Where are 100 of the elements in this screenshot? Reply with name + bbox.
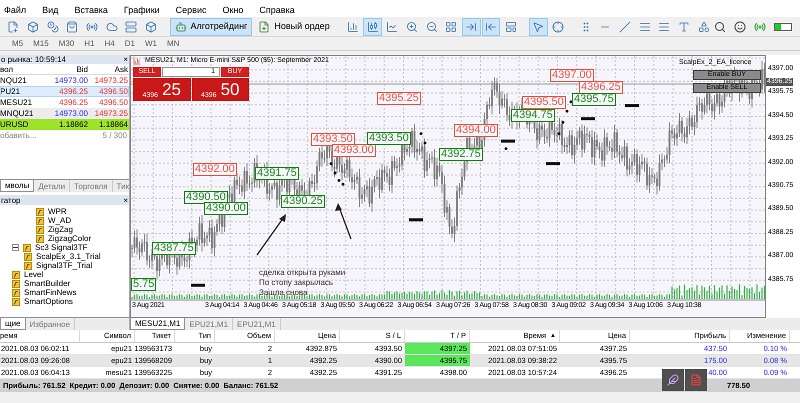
collapse-icon[interactable]	[12, 244, 19, 251]
cursor-button[interactable]	[528, 18, 548, 36]
tab[interactable]: Торговля	[70, 180, 113, 192]
price-label: 4390.50	[184, 191, 228, 204]
levels-icon	[658, 20, 670, 32]
add-symbol-link[interactable]: обавить...	[0, 130, 37, 142]
price-label: 4387.75	[152, 242, 196, 255]
menu-item[interactable]: Вид	[42, 5, 58, 15]
timeframe-button[interactable]: M15	[33, 38, 49, 50]
search-icon[interactable]	[714, 20, 726, 32]
tree-item[interactable]: WPR	[48, 207, 67, 216]
symbol-text: MESU21	[0, 97, 34, 109]
tab[interactable]: MESU21,M1	[130, 318, 186, 330]
shapes-icon	[698, 20, 710, 32]
new-order-icon	[258, 20, 270, 32]
toolbar-button[interactable]: Алготрейдинг	[170, 18, 252, 36]
bag-icon	[66, 20, 78, 32]
menu-item[interactable]: Справка	[259, 5, 295, 15]
price-label: 5.75	[131, 278, 156, 291]
lines-icon	[638, 20, 651, 32]
annotation-text: сделка открыта руками	[259, 268, 346, 278]
tree-item[interactable]: SmartOptions	[24, 297, 73, 306]
price-label: 4396.25	[579, 81, 623, 94]
tab[interactable]: щие	[0, 318, 26, 330]
face-icon[interactable]	[734, 20, 746, 32]
tree-item[interactable]: Level	[24, 270, 44, 279]
price-label: 4393.50	[311, 133, 355, 146]
timeframe-button[interactable]: MN	[166, 38, 180, 50]
robot-icon	[174, 20, 186, 32]
pdf-button[interactable]	[685, 369, 707, 391]
bid-text: 1.18862	[58, 119, 89, 131]
grid-icon	[445, 20, 458, 32]
tree-item[interactable]: Sc3 Signal3TF	[35, 243, 88, 252]
timeframe-button[interactable]: M5	[12, 38, 24, 50]
symbol-text: MNQU21	[0, 108, 34, 120]
cloud-icon	[106, 20, 118, 32]
ask-text: 4396.50	[98, 86, 129, 98]
timeframe-button[interactable]: H1	[84, 38, 94, 50]
tree-item[interactable]: SmartFinNews	[24, 288, 76, 297]
toolbar-button[interactable]: Новый ордер	[253, 18, 335, 36]
price-label: 4391.75	[255, 167, 299, 180]
new-chart-icon	[7, 20, 20, 32]
column-header: Ask	[114, 64, 129, 76]
ask-text: 14973.25	[94, 108, 129, 120]
price-label: 4390.00	[204, 202, 248, 215]
symbol-count: 5 / 300	[102, 130, 127, 142]
zoom-out-icon	[426, 20, 438, 32]
symbol-text: NQU21	[0, 75, 28, 87]
bid-text: 14973.00	[54, 75, 89, 87]
tab[interactable]: Детали	[34, 180, 70, 192]
quote-row[interactable]: URUSD 1.18862 1.18864	[0, 119, 129, 130]
menu-item[interactable]: Сервис	[176, 5, 206, 15]
server-icon	[125, 20, 138, 32]
menu-item[interactable]: Файл	[4, 5, 26, 15]
panel-title: о рынка: 10:59:14	[1, 55, 66, 64]
annotation-arrow	[335, 203, 352, 240]
bid-text: 4396.25	[58, 97, 89, 109]
tab[interactable]: мволы	[0, 180, 34, 192]
column-header: вол	[0, 64, 14, 76]
annotation-text: По стопу закрылась	[259, 278, 334, 288]
price-label: 4390.25	[281, 195, 325, 208]
arrow-right-button[interactable]	[462, 18, 481, 36]
quote-row[interactable]: MESU21 4396.25 4396.50	[0, 97, 129, 108]
timeframe-button[interactable]: H4	[104, 38, 115, 50]
candlestick-button[interactable]	[363, 18, 382, 36]
price-label: 4395.25	[377, 92, 421, 105]
box-icon	[145, 20, 158, 32]
quote-row[interactable]: MNQU21 14973.00 14973.25	[0, 108, 129, 119]
cursor-icon	[532, 20, 544, 32]
tree-item[interactable]: ScalpEx_3.1_Trial	[36, 252, 101, 261]
tree-item[interactable]: ZigZag	[48, 225, 73, 234]
menu-item[interactable]: Вставка	[74, 5, 108, 15]
timeframe-button[interactable]: D1	[124, 38, 135, 50]
price-label: 4392.00	[193, 163, 237, 176]
menu-item[interactable]: Окно	[222, 5, 244, 15]
coins-icon	[46, 20, 59, 32]
feather-button[interactable]	[662, 369, 684, 391]
bid-text: 14973.00	[54, 108, 89, 120]
tree-item[interactable]: ZigzagColor	[48, 234, 92, 243]
close-button[interactable]: ×	[123, 196, 128, 204]
close-button[interactable]: ×	[123, 55, 128, 64]
annotation-text: Зашла снова	[259, 288, 309, 298]
price-label: 4397.00	[550, 69, 594, 82]
tree-item[interactable]: Signal3TF_Trial	[36, 261, 92, 270]
arrow-left-button[interactable]	[482, 18, 500, 36]
price-label: 4395.50	[522, 96, 566, 109]
tree-item[interactable]: W_AD	[48, 216, 72, 225]
arrow-left-icon	[484, 20, 497, 32]
ask-text: 14973.25	[94, 75, 129, 87]
quote-row[interactable]: NQU21 14973.00 14973.25	[0, 75, 129, 86]
column-header: Bid	[75, 64, 89, 76]
zoom-in-icon	[406, 20, 418, 32]
timeframe-button[interactable]: M30	[58, 38, 74, 50]
panel-title: гатор	[1, 196, 20, 204]
timeframe-button[interactable]: W1	[144, 38, 157, 50]
ask-text: 1.18864	[98, 119, 129, 131]
signal-icon[interactable]	[754, 20, 766, 32]
tree-item[interactable]: SmartBuilder	[24, 279, 70, 288]
price-label: 4394.00	[454, 124, 498, 137]
menu-item[interactable]: Графики	[124, 5, 160, 15]
